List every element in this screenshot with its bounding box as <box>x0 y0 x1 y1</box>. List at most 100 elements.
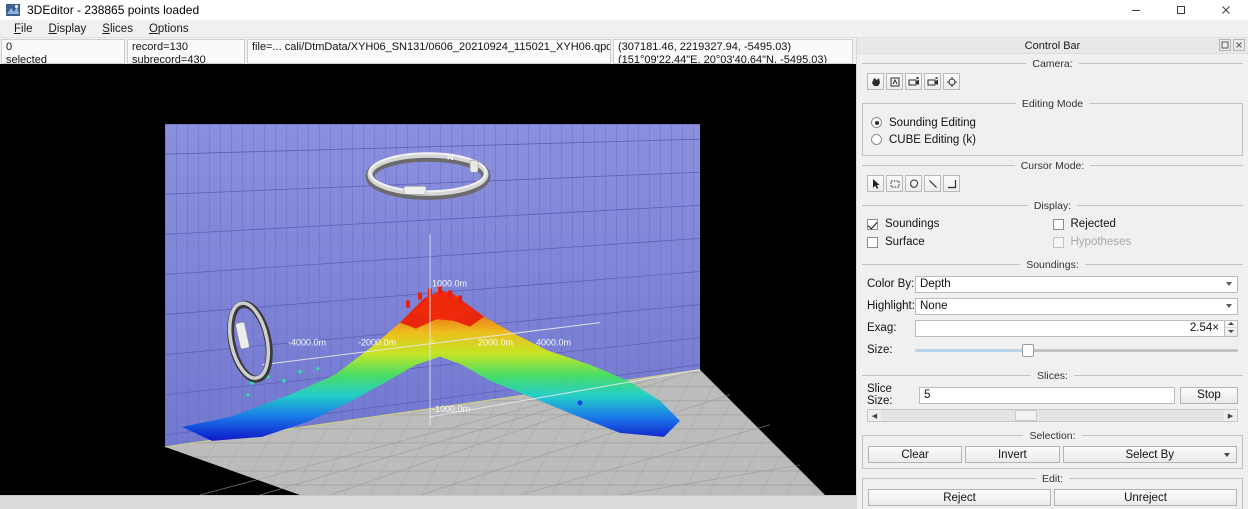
close-icon[interactable] <box>1233 39 1245 51</box>
control-bar-panel: Control Bar Camera: Editing Mode Soundin… <box>856 38 1248 509</box>
edit-caption: Edit: <box>863 473 1242 485</box>
camera-restore-icon[interactable] <box>924 73 941 90</box>
viewer-column: 0 selected record=130 subrecord=430 file… <box>0 38 856 509</box>
camera-reset-icon[interactable] <box>886 73 903 90</box>
cursor-mode-caption: Cursor Mode: <box>862 160 1243 172</box>
chevron-down-icon <box>1226 282 1232 286</box>
stop-button[interactable]: Stop <box>1180 386 1238 404</box>
status-record: record=130 subrecord=430 <box>127 39 245 64</box>
menu-display[interactable]: Display <box>41 20 95 38</box>
lasso-select-icon[interactable] <box>905 175 922 192</box>
main-body: 0 selected record=130 subrecord=430 file… <box>0 38 1248 509</box>
slices-caption: Slices: <box>862 370 1243 382</box>
slice-scroll-thumb[interactable] <box>1014 410 1038 421</box>
control-bar-buttons <box>1219 39 1245 51</box>
checkbox-hypotheses-label: Hypotheses <box>1070 236 1132 248</box>
control-bar-titlebar: Control Bar <box>857 38 1248 54</box>
checkbox-rejected[interactable]: Rejected <box>1052 215 1239 233</box>
polygon-select-icon[interactable] <box>943 175 960 192</box>
menu-bar: File Display Slices Options <box>0 20 1248 38</box>
scroll-right-icon[interactable]: ▶ <box>1224 410 1237 421</box>
slice-scrollbar[interactable]: ◀ ▶ <box>867 409 1238 422</box>
status-selected-count: 0 selected <box>1 39 125 64</box>
selection-buttons: Clear Invert Select By <box>868 446 1237 463</box>
soundings-caption: Soundings: <box>862 259 1243 271</box>
checkbox-hypotheses: Hypotheses <box>1052 233 1239 251</box>
select-by-label: Select By <box>1125 448 1175 461</box>
axis-label-z-2: -1000.0m <box>432 404 470 414</box>
radio-sounding-editing-indicator <box>871 117 882 128</box>
camera-group: Camera: <box>862 58 1243 94</box>
camera-caption: Camera: <box>862 58 1243 70</box>
selection-caption: Selection: <box>863 430 1242 442</box>
line-select-icon[interactable] <box>924 175 941 192</box>
rectangle-select-icon[interactable] <box>886 175 903 192</box>
editing-mode-caption: Editing Mode <box>863 98 1242 110</box>
radio-sounding-editing[interactable]: Sounding Editing <box>871 114 1234 131</box>
soundings-group: Soundings: Color By: Depth Highlight: No… <box>862 259 1243 366</box>
viewport-bottom-strip <box>0 495 856 509</box>
slice-scroll-track[interactable] <box>881 410 1224 421</box>
axis-label-x-2: -2000.0m <box>358 338 396 348</box>
size-slider[interactable] <box>915 342 1238 359</box>
chevron-down-icon <box>1224 452 1230 457</box>
exag-row: Exag: 2.54× <box>867 318 1238 338</box>
camera-settings-icon[interactable] <box>943 73 960 90</box>
exag-label: Exag: <box>867 322 897 334</box>
scroll-left-icon[interactable]: ◀ <box>868 410 881 421</box>
edit-group: Edit: Reject Unreject <box>862 473 1243 509</box>
slice-size-row: Slice Size: 5 Stop <box>867 383 1238 407</box>
cursor-mode-group: Cursor Mode: <box>862 160 1243 196</box>
color-by-label: Color By: <box>867 278 915 290</box>
svg-text:N: N <box>447 152 453 162</box>
checkbox-surface-box <box>867 236 878 248</box>
axis-label-x-1: -4000.0m <box>288 338 326 348</box>
size-slider-fill <box>915 348 1029 352</box>
3d-viewport[interactable]: -4000.0m -2000.0m 2000.0m 4000.0m 1000.0… <box>0 64 856 495</box>
radio-cube-editing[interactable]: CUBE Editing (k) <box>871 131 1234 148</box>
status-bar: 0 selected record=130 subrecord=430 file… <box>0 38 856 64</box>
3d-scene: -4000.0m -2000.0m 2000.0m 4000.0m 1000.0… <box>0 64 856 495</box>
checkbox-surface-label: Surface <box>885 236 925 248</box>
control-bar-body: Camera: Editing Mode Sounding Editing CU… <box>857 54 1248 509</box>
display-caption: Display: <box>862 200 1243 212</box>
exag-value[interactable]: 2.54× <box>915 319 1225 337</box>
menu-file[interactable]: File <box>6 20 41 38</box>
checkbox-soundings[interactable]: Soundings <box>867 215 1053 233</box>
checkbox-soundings-label: Soundings <box>885 218 940 230</box>
close-button[interactable] <box>1203 0 1248 20</box>
slice-size-input[interactable]: 5 <box>919 386 1175 404</box>
slices-group: Slices: Slice Size: 5 Stop ◀ ▶ <box>862 370 1243 426</box>
camera-save-icon[interactable] <box>905 73 922 90</box>
menu-slices[interactable]: Slices <box>94 20 141 38</box>
window-title: 3DEditor - 238865 points loaded <box>27 2 200 17</box>
unreject-button[interactable]: Unreject <box>1054 489 1237 506</box>
checkbox-rejected-label: Rejected <box>1070 218 1116 230</box>
pointer-icon[interactable] <box>867 175 884 192</box>
exag-stepper[interactable]: 2.54× <box>915 319 1238 337</box>
float-icon[interactable] <box>1219 39 1231 51</box>
status-file: file=... cali/DtmData/XYH06_SN131/0606_2… <box>247 39 611 64</box>
camera-toolbar <box>867 73 1238 90</box>
reject-button[interactable]: Reject <box>868 489 1051 506</box>
edit-buttons: Reject Unreject <box>868 489 1237 506</box>
camera-home-icon[interactable] <box>867 73 884 90</box>
maximize-button[interactable] <box>1158 0 1203 20</box>
app-icon <box>5 2 21 18</box>
highlight-select[interactable]: None <box>915 297 1238 315</box>
radio-sounding-editing-label: Sounding Editing <box>889 116 976 129</box>
axis-label-x-4: 4000.0m <box>536 338 571 348</box>
minimize-button[interactable] <box>1113 0 1158 20</box>
menu-options[interactable]: Options <box>141 20 197 38</box>
exag-increment-button[interactable] <box>1225 321 1237 328</box>
invert-button[interactable]: Invert <box>965 446 1060 463</box>
size-slider-handle[interactable] <box>1022 343 1035 357</box>
checkbox-rejected-box <box>1052 218 1064 230</box>
clear-button[interactable]: Clear <box>868 446 963 463</box>
color-by-select[interactable]: Depth <box>915 275 1238 293</box>
editing-mode-group: Editing Mode Sounding Editing CUBE Editi… <box>862 98 1243 156</box>
checkbox-surface[interactable]: Surface <box>867 233 1053 251</box>
select-by-button[interactable]: Select By <box>1062 446 1237 463</box>
checkbox-hypotheses-box <box>1052 236 1064 248</box>
exag-decrement-button[interactable] <box>1225 328 1237 336</box>
